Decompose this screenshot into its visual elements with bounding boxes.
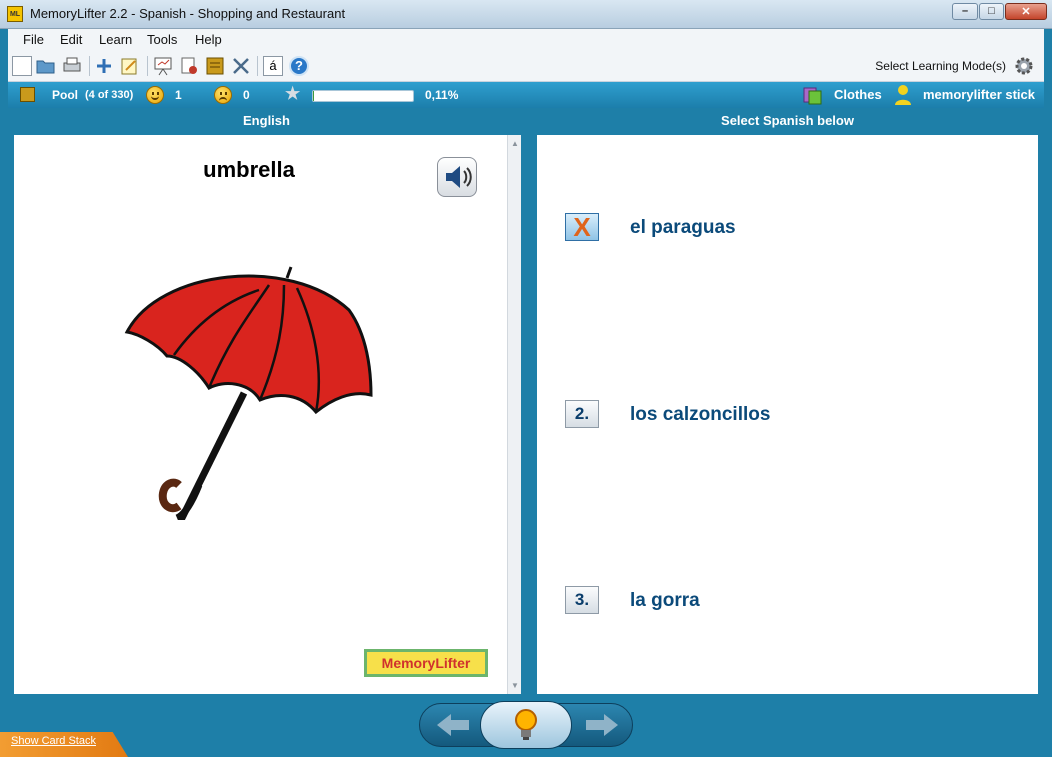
question-word: umbrella: [203, 157, 295, 182]
menu-tools[interactable]: Tools: [147, 32, 177, 47]
user-icon: [894, 84, 912, 106]
star-icon: ★: [285, 84, 301, 103]
maximize-icon: □: [988, 5, 995, 17]
chapter-icon[interactable]: [205, 56, 225, 76]
status-bar: Pool (4 of 330) 1 0 ★ 0,11% Clothes memo…: [8, 82, 1044, 108]
pool-label: Pool: [52, 88, 78, 102]
correct-count: 1: [175, 88, 182, 102]
answer-text[interactable]: el paraguas: [630, 217, 736, 239]
chapter-folder-icon: [803, 85, 823, 105]
speaker-icon: [446, 166, 472, 188]
answer-number-button[interactable]: 2.: [565, 400, 599, 428]
answer-header: Select Spanish below: [721, 113, 854, 128]
answer-text[interactable]: la gorra: [630, 590, 700, 612]
happy-smiley-icon: [146, 86, 164, 104]
close-icon: ✕: [1021, 6, 1031, 18]
special-char-icon[interactable]: á: [263, 56, 283, 76]
card-stack-icon[interactable]: [179, 56, 199, 76]
next-arrow-icon[interactable]: [582, 710, 622, 740]
pool-count: (4 of 330): [85, 89, 134, 101]
help-icon[interactable]: ?: [289, 56, 309, 76]
question-scrollbar[interactable]: ▲ ▼: [507, 135, 521, 694]
show-card-stack-link[interactable]: Show Card Stack: [11, 735, 96, 747]
scroll-down-icon[interactable]: ▼: [511, 681, 519, 690]
close-button[interactable]: ✕: [1005, 3, 1047, 20]
audio-play-button[interactable]: [437, 157, 477, 197]
edit-card-icon[interactable]: [120, 56, 140, 76]
chapter-name[interactable]: Clothes: [834, 87, 882, 102]
question-card: umbrella MemoryLifter: [14, 135, 507, 694]
answer-text[interactable]: los calzoncillos: [630, 404, 770, 426]
wrong-answer-x-icon[interactable]: X: [565, 213, 599, 241]
question-header: English: [243, 113, 290, 128]
menu-bar: File Edit Learn Tools Help: [8, 29, 1044, 51]
new-file-icon[interactable]: [12, 56, 32, 76]
minimize-icon: –: [961, 5, 969, 17]
user-name[interactable]: memorylifter stick: [923, 87, 1035, 102]
sad-smiley-icon: [214, 86, 232, 104]
window-title: MemoryLifter 2.2 - Spanish - Shopping an…: [30, 6, 346, 21]
menu-file[interactable]: File: [23, 32, 44, 47]
answer-number-button[interactable]: 3.: [565, 586, 599, 614]
pool-box-icon: [20, 87, 35, 102]
menu-edit[interactable]: Edit: [60, 32, 82, 47]
hint-button[interactable]: [480, 701, 572, 749]
progress-bar: [312, 90, 414, 102]
wrong-count: 0: [243, 88, 250, 102]
lightbulb-icon: [515, 709, 537, 740]
toolbar: á ? Select Learning Mode(s): [8, 51, 1044, 82]
menu-learn[interactable]: Learn: [99, 32, 132, 47]
progress-percent: 0,11%: [425, 88, 459, 102]
gear-icon[interactable]: [1014, 56, 1034, 76]
answer-card: X el paraguas 2. los calzoncillos 3. la …: [537, 135, 1038, 694]
minimize-button[interactable]: –: [952, 3, 978, 20]
open-folder-icon[interactable]: [36, 56, 56, 76]
settings-tools-icon[interactable]: [231, 56, 251, 76]
print-icon[interactable]: [62, 56, 82, 76]
maximize-button[interactable]: □: [979, 3, 1004, 20]
previous-arrow-icon[interactable]: [433, 710, 473, 740]
progress-fill: [313, 91, 314, 101]
scroll-up-icon[interactable]: ▲: [511, 139, 519, 148]
learning-mode-label[interactable]: Select Learning Mode(s): [875, 59, 1006, 73]
presentation-icon[interactable]: [153, 56, 173, 76]
app-logo-icon: ML: [7, 6, 23, 22]
memorylifter-logo: MemoryLifter: [364, 649, 488, 677]
umbrella-image: [119, 260, 399, 525]
menu-help[interactable]: Help: [195, 32, 222, 47]
add-card-icon[interactable]: [94, 56, 114, 76]
